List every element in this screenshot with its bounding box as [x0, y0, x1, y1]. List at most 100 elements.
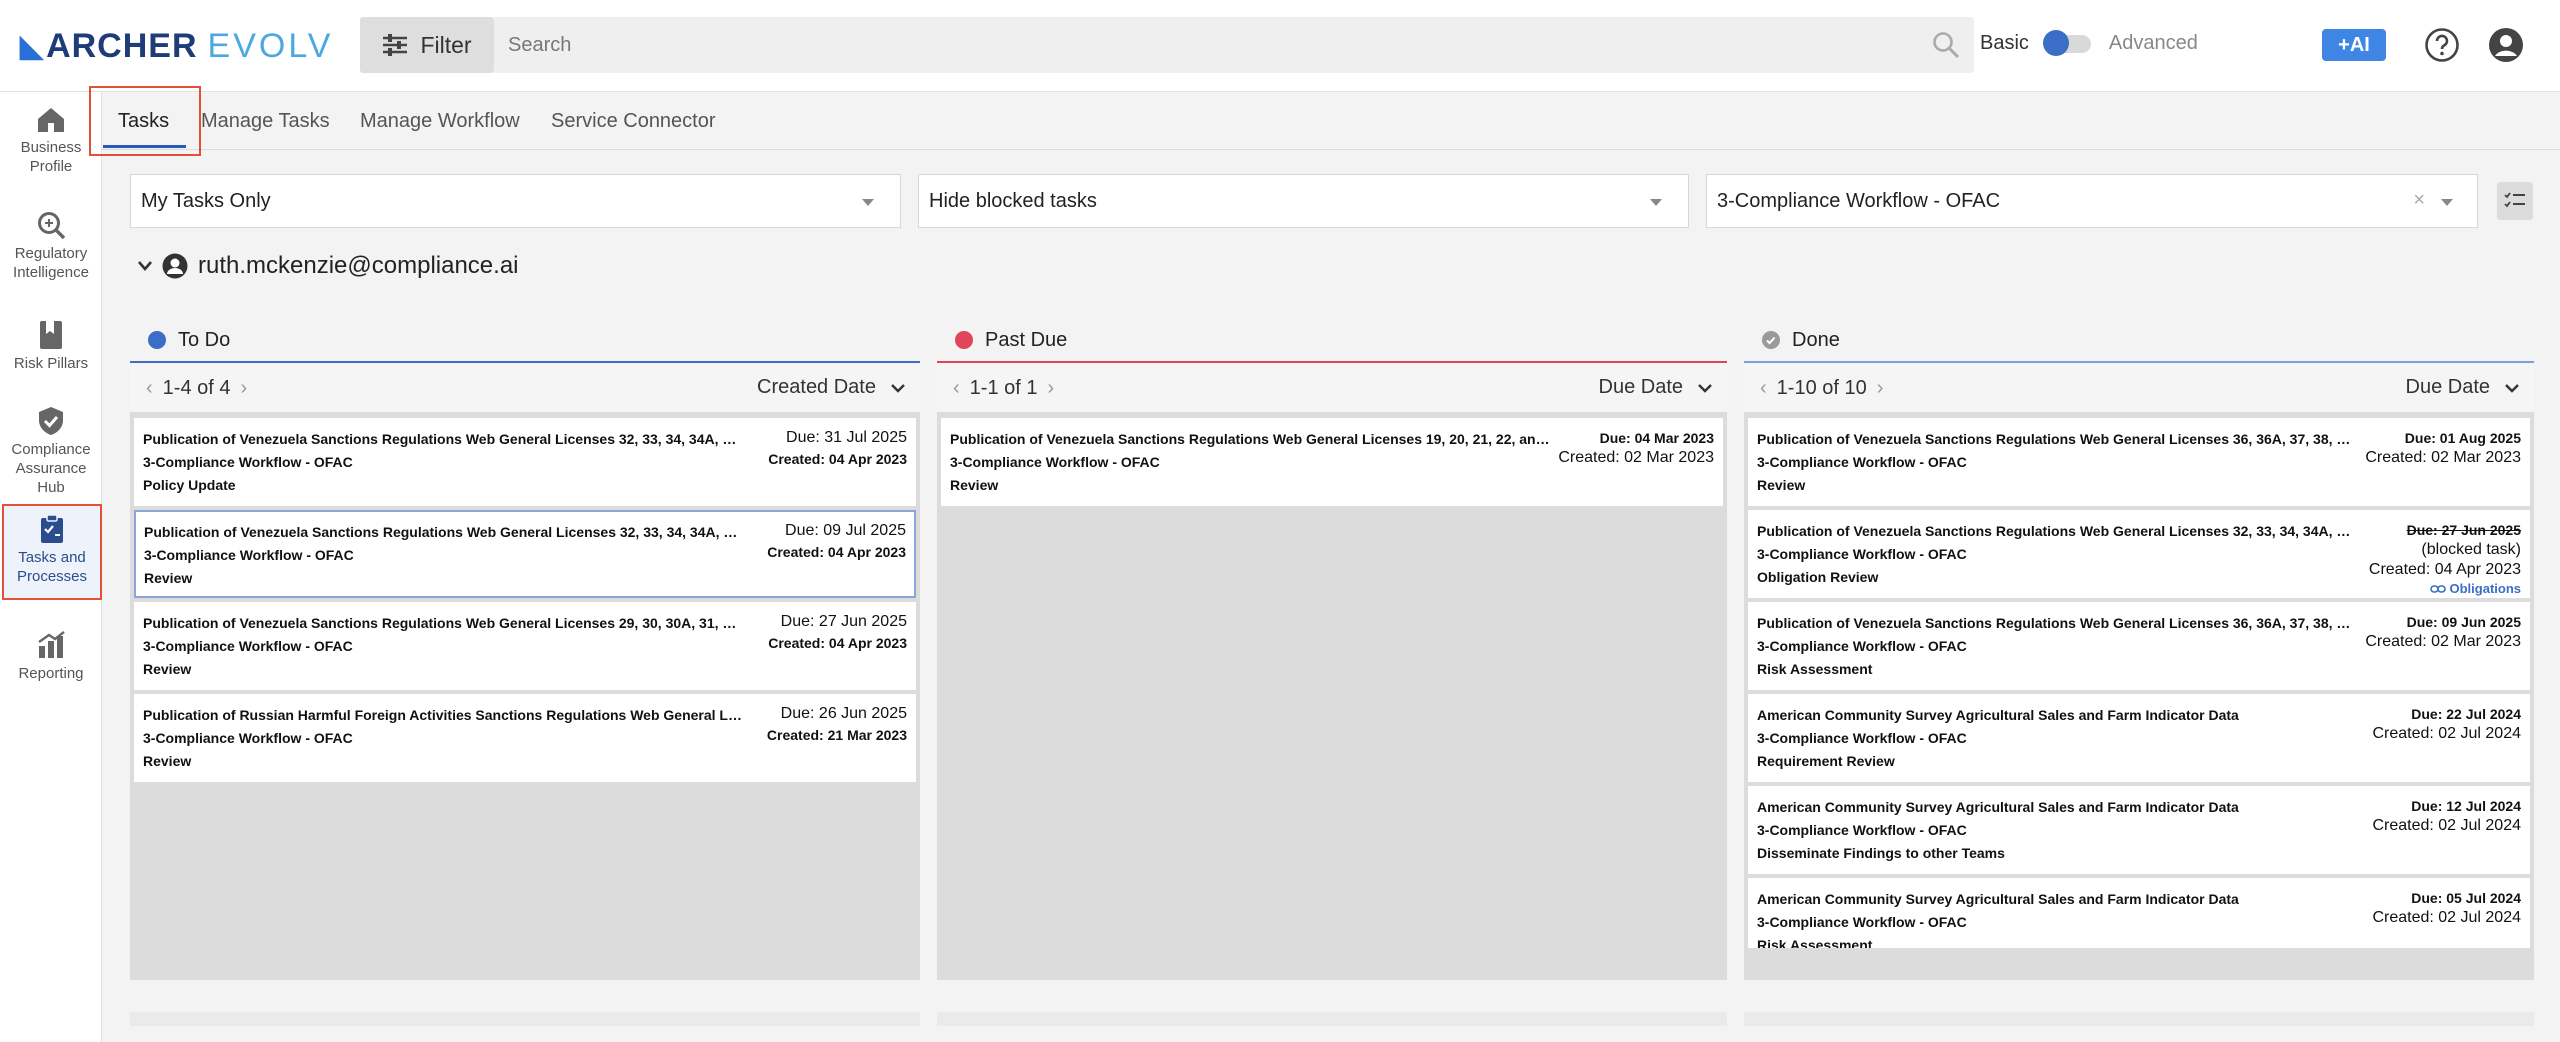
home-icon	[38, 108, 64, 132]
filter-button[interactable]: Filter	[360, 17, 494, 73]
filter-label: Filter	[420, 31, 472, 58]
tab-label: Manage Workflow	[360, 109, 520, 132]
tab-bar: Tasks Manage Tasks Manage Workflow Servi…	[102, 92, 2560, 150]
task-due-date: Due: 27 Jun 2025	[2406, 522, 2521, 538]
ai-button[interactable]: +AI	[2322, 29, 2386, 61]
task-scope-dropdown[interactable]: My Tasks Only	[130, 174, 901, 228]
task-card[interactable]: Publication of Venezuela Sanctions Regul…	[1748, 602, 2530, 690]
chevron-right-icon[interactable]: ›	[231, 377, 258, 400]
sort-selector[interactable]: Created Date	[757, 376, 906, 399]
task-title: Publication of Venezuela Sanctions Regul…	[143, 615, 743, 631]
tab-service-connector[interactable]: Service Connector	[551, 92, 716, 150]
task-workflow: 3-Compliance Workflow - OFAC	[1757, 454, 1967, 470]
workflow-dropdown[interactable]: 3-Compliance Workflow - OFAC ×	[1706, 174, 2478, 228]
task-workflow: 3-Compliance Workflow - OFAC	[1757, 730, 1967, 746]
chevron-left-icon[interactable]: ‹	[1744, 377, 1777, 400]
task-created-date: Created: 04 Apr 2023	[2368, 561, 2521, 578]
task-workflow: 3-Compliance Workflow - OFAC	[1757, 822, 1967, 838]
chevron-down-icon[interactable]	[136, 259, 154, 273]
chevron-left-icon[interactable]: ‹	[130, 377, 163, 400]
task-stage: Review	[143, 661, 192, 677]
chevron-left-icon[interactable]: ‹	[937, 377, 970, 400]
sidebar-item-compliance-assurance-hub[interactable]: Compliance Assurance Hub	[0, 406, 102, 497]
column-divider	[937, 361, 1727, 363]
column-settings-button[interactable]	[2497, 182, 2533, 220]
column-todo: To Do ‹ 1-4 of 4 › Created Date Publicat…	[130, 318, 920, 1026]
sidebar-item-business-profile[interactable]: Business Profile	[0, 106, 102, 176]
sidebar-label: Reporting	[18, 665, 84, 682]
sidebar-item-regulatory-intelligence[interactable]: Regulatory Intelligence	[0, 210, 102, 282]
column-body: ‹ 1-4 of 4 › Created Date Publication of…	[130, 364, 920, 1026]
tab-manage-tasks[interactable]: Manage Tasks	[201, 92, 330, 150]
task-workflow: 3-Compliance Workflow - OFAC	[143, 730, 353, 746]
column-pager: ‹ 1-1 of 1 › Due Date	[937, 364, 1727, 412]
tab-label: Service Connector	[551, 109, 716, 132]
archer-evolv-logo[interactable]: ◣ ARCHER EVOLV	[20, 26, 333, 66]
task-title: Publication of Russian Harmful Foreign A…	[143, 707, 743, 723]
sidebar-label: Profile	[29, 158, 73, 175]
task-created-date: Created: 02 Jul 2024	[2372, 817, 2521, 834]
task-card[interactable]: Publication of Venezuela Sanctions Regul…	[134, 510, 916, 598]
obligations-link[interactable]: Obligations	[2429, 581, 2521, 596]
task-workflow: 3-Compliance Workflow - OFAC	[1757, 914, 1967, 930]
dropdown-value: My Tasks Only	[141, 189, 271, 212]
sidebar-item-risk-pillars[interactable]: Risk Pillars	[0, 320, 102, 373]
link-icon	[2429, 584, 2446, 593]
column-title: To Do	[178, 328, 231, 351]
task-card[interactable]: Publication of Venezuela Sanctions Regul…	[134, 418, 916, 506]
column-footer	[1744, 1012, 2534, 1026]
task-card[interactable]: American Community Survey Agricultural S…	[1748, 786, 2530, 874]
task-title: Publication of Venezuela Sanctions Regul…	[144, 524, 744, 540]
task-title: American Community Survey Agricultural S…	[1757, 707, 2239, 723]
user-group-header[interactable]: ruth.mckenzie@compliance.ai	[136, 252, 519, 280]
task-card[interactable]: Publication of Russian Harmful Foreign A…	[134, 694, 916, 782]
task-card[interactable]: Publication of Venezuela Sanctions Regul…	[134, 602, 916, 690]
clipboard-tasks-icon	[41, 514, 63, 543]
chevron-right-icon[interactable]: ›	[1038, 377, 1065, 400]
mode-advanced-label: Advanced	[2108, 31, 2198, 54]
task-card[interactable]: Publication of Venezuela Sanctions Regul…	[941, 418, 1723, 506]
task-title: American Community Survey Agricultural S…	[1757, 799, 2239, 815]
chevron-down-icon	[2441, 199, 2453, 206]
chevron-right-icon[interactable]: ›	[1867, 377, 1894, 400]
task-stage: Risk Assessment	[1757, 661, 1873, 677]
help-icon[interactable]	[2424, 27, 2460, 63]
blocked-tasks-dropdown[interactable]: Hide blocked tasks	[918, 174, 1689, 228]
search-icon[interactable]	[1932, 31, 1960, 59]
task-card[interactable]: Publication of Venezuela Sanctions Regul…	[1748, 418, 2530, 506]
sidebar-label: Hub	[37, 479, 65, 496]
sort-selector[interactable]: Due Date	[2406, 376, 2521, 399]
task-stage: Review	[143, 753, 192, 769]
sidebar-label: Compliance	[11, 441, 91, 458]
task-created-date: Created: 04 Apr 2023	[768, 635, 907, 651]
chevron-down-icon	[862, 199, 874, 206]
clear-icon[interactable]: ×	[2413, 189, 2425, 212]
task-created-date: Created: 04 Apr 2023	[768, 451, 907, 467]
tab-manage-workflow[interactable]: Manage Workflow	[360, 92, 520, 150]
column-footer	[130, 1012, 920, 1026]
user-account-icon[interactable]	[2488, 27, 2524, 63]
task-workflow: 3-Compliance Workflow - OFAC	[144, 547, 354, 563]
column-body: ‹ 1-10 of 10 › Due Date Publication of V…	[1744, 364, 2534, 1026]
task-title: American Community Survey Agricultural S…	[1757, 891, 2239, 907]
task-title: Publication of Venezuela Sanctions Regul…	[1757, 431, 2357, 447]
task-due-date: Due: 09 Jun 2025	[2406, 614, 2521, 630]
task-stage: Disseminate Findings to other Teams	[1757, 845, 2005, 861]
sidebar-item-tasks-and-processes[interactable]: Tasks and Processes	[2, 504, 102, 600]
task-stage: Review	[144, 570, 193, 586]
task-created-date: Created: 02 Mar 2023	[2365, 633, 2521, 650]
sidebar-item-reporting[interactable]: Reporting	[0, 630, 102, 683]
sort-selector[interactable]: Due Date	[1599, 376, 1714, 399]
ai-label: +AI	[2338, 33, 2370, 56]
bar-chart-icon	[38, 631, 65, 658]
task-card[interactable]: American Community Survey Agricultural S…	[1748, 878, 2530, 948]
sidebar-label: Regulatory	[14, 245, 88, 262]
task-card[interactable]: Publication of Venezuela Sanctions Regul…	[1748, 510, 2530, 598]
user-email: ruth.mckenzie@compliance.ai	[198, 252, 519, 279]
mode-toggle[interactable]	[2042, 30, 2093, 56]
logo-text-archer: ARCHER	[46, 26, 198, 65]
task-card[interactable]: American Community Survey Agricultural S…	[1748, 694, 2530, 782]
search-mode-toggle-group: Basic Advanced	[1980, 30, 2198, 56]
chevron-down-icon	[1698, 383, 1712, 393]
search-input[interactable]	[508, 33, 1888, 57]
